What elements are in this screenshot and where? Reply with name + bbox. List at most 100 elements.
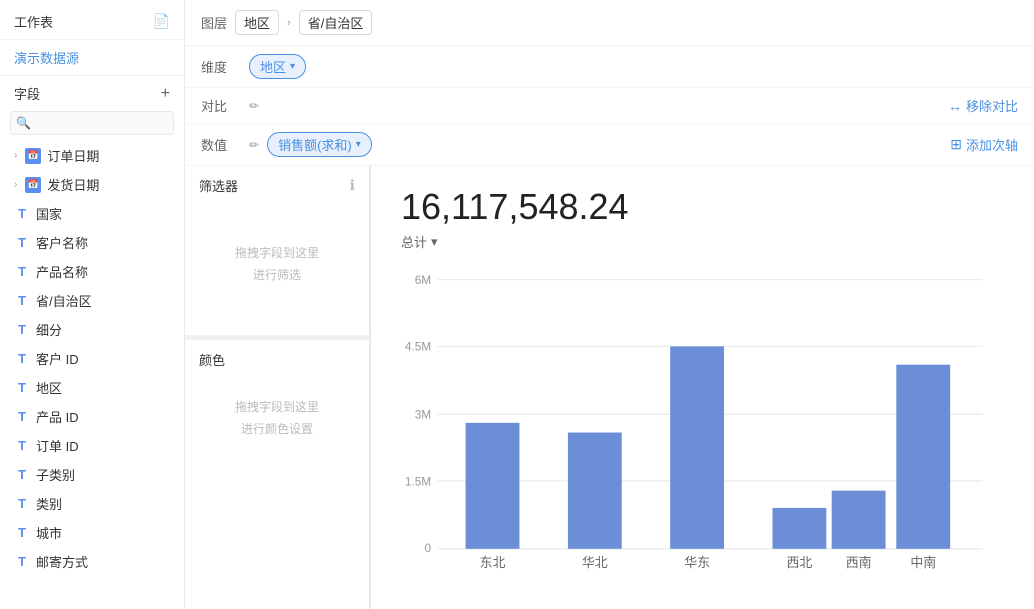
datasource-link[interactable]: 演示数据源 [0, 40, 184, 76]
value-caret-icon: ▾ [356, 139, 361, 150]
filter-drop-zone[interactable]: 拖拽字段到这里 进行筛选 [199, 205, 355, 325]
dimension-caret-icon: ▾ [290, 61, 295, 72]
layer-label: 图层 [201, 13, 227, 32]
chart-subtitle-caret-icon[interactable]: ▾ [431, 234, 438, 250]
sidebar-file-icon[interactable]: 📄 [153, 13, 170, 30]
filter-section: 筛选器 ℹ 拖拽字段到这里 进行筛选 [185, 166, 369, 336]
date-icon: 📅 [25, 148, 41, 164]
bar-xibei[interactable] [772, 508, 826, 549]
search-icon: 🔍 [16, 116, 31, 130]
add-axis-button[interactable]: ⊞ 添加次轴 [950, 135, 1018, 154]
svg-text:6M: 6M [415, 273, 431, 287]
field-item-order-date[interactable]: › 📅 订单日期 [0, 141, 184, 170]
color-label-text: 颜色 [199, 350, 355, 369]
remove-compare-label: 移除对比 [966, 96, 1018, 115]
sidebar-header: 工作表 📄 [0, 0, 184, 40]
svg-text:0: 0 [425, 541, 432, 555]
main-content: 图层 地区 › 省/自治区 维度 地区 ▾ 对比 ✏ ↔ 移除对比 数值 ✏ 销… [185, 0, 1034, 609]
add-field-button[interactable]: + [161, 85, 170, 103]
field-item-ship-date[interactable]: › 📅 发货日期 [0, 170, 184, 199]
field-item-customer-name[interactable]: T 客户名称 [0, 228, 184, 257]
svg-text:4.5M: 4.5M [405, 340, 431, 354]
text-icon: T [14, 206, 30, 221]
breadcrumb-province[interactable]: 省/自治区 [299, 10, 373, 35]
field-item-order-id[interactable]: T 订单 ID [0, 431, 184, 460]
bar-huabei[interactable] [568, 433, 622, 549]
text-icon: T [14, 554, 30, 569]
field-item-category[interactable]: T 类别 [0, 489, 184, 518]
field-item-product-name[interactable]: T 产品名称 [0, 257, 184, 286]
field-label: 细分 [36, 320, 62, 339]
field-label: 地区 [36, 378, 62, 397]
text-icon: T [14, 380, 30, 395]
bar-huadong[interactable] [670, 346, 724, 548]
field-label: 订单日期 [47, 146, 99, 165]
value-row: 数值 ✏ 销售额(求和) ▾ ⊞ 添加次轴 [185, 124, 1034, 166]
add-axis-icon: ⊞ [950, 136, 962, 153]
bar-zhongnan[interactable] [896, 365, 950, 549]
field-item-segment[interactable]: T 细分 [0, 315, 184, 344]
text-icon: T [14, 264, 30, 279]
dimension-tag[interactable]: 地区 ▾ [249, 54, 306, 79]
field-item-province[interactable]: T 省/自治区 [0, 286, 184, 315]
text-icon: T [14, 351, 30, 366]
field-label: 产品 ID [36, 407, 79, 426]
svg-text:华东: 华东 [684, 555, 710, 570]
svg-text:1.5M: 1.5M [405, 474, 431, 488]
bar-xinan[interactable] [832, 491, 886, 549]
field-item-ship-mode[interactable]: T 邮寄方式 [0, 547, 184, 576]
chevron-right-icon: › [14, 179, 17, 190]
field-item-subcategory[interactable]: T 子类别 [0, 460, 184, 489]
text-icon: T [14, 235, 30, 250]
filter-drop-text-line2: 进行筛选 [253, 265, 301, 287]
value-tag-label: 销售额(求和) [278, 135, 352, 154]
dimension-label: 维度 [201, 57, 241, 76]
field-label: 子类别 [36, 465, 75, 484]
bar-chart-svg: 6M 4.5M 3M 1.5M 0 东北 [401, 271, 1004, 594]
layer-toolbar: 图层 地区 › 省/自治区 [185, 0, 1034, 46]
field-label: 订单 ID [36, 436, 79, 455]
field-label: 客户 ID [36, 349, 79, 368]
compare-edit-icon[interactable]: ✏ [249, 99, 259, 113]
fields-header: 字段 + [0, 76, 184, 111]
value-tag[interactable]: 销售额(求和) ▾ [267, 132, 372, 157]
remove-compare-icon: ↔ [948, 98, 962, 114]
color-section: 颜色 拖拽字段到这里 进行颜色设置 [185, 340, 369, 609]
chevron-right-icon: › [14, 150, 17, 161]
field-search-box: 🔍 [10, 111, 174, 135]
filter-label-text: 筛选器 [199, 176, 238, 195]
value-edit-icon[interactable]: ✏ [249, 138, 259, 152]
svg-text:中南: 中南 [910, 555, 936, 570]
field-list: › 📅 订单日期 › 📅 发货日期 T 国家 T 客户名称 T 产品名称 T 省… [0, 141, 184, 609]
field-search-input[interactable] [10, 111, 174, 135]
left-panel: 筛选器 ℹ 拖拽字段到这里 进行筛选 颜色 拖拽字段到这里 进行颜色设置 [185, 166, 370, 609]
fields-label: 字段 [14, 84, 40, 103]
color-drop-text-line2: 进行颜色设置 [241, 419, 313, 441]
field-item-country[interactable]: T 国家 [0, 199, 184, 228]
svg-text:西北: 西北 [786, 555, 812, 570]
content-body: 筛选器 ℹ 拖拽字段到这里 进行筛选 颜色 拖拽字段到这里 进行颜色设置 [185, 166, 1034, 609]
text-icon: T [14, 438, 30, 453]
color-drop-text-line1: 拖拽字段到这里 [235, 397, 319, 419]
text-icon: T [14, 496, 30, 511]
text-icon: T [14, 293, 30, 308]
field-item-customer-id[interactable]: T 客户 ID [0, 344, 184, 373]
text-icon: T [14, 525, 30, 540]
color-drop-zone[interactable]: 拖拽字段到这里 进行颜色设置 [199, 379, 355, 459]
field-item-product-id[interactable]: T 产品 ID [0, 402, 184, 431]
filter-header: 筛选器 ℹ [199, 176, 355, 195]
field-label: 城市 [36, 523, 62, 542]
remove-compare-button[interactable]: ↔ 移除对比 [948, 96, 1018, 115]
text-icon: T [14, 409, 30, 424]
date-icon: 📅 [25, 177, 41, 193]
breadcrumb-region[interactable]: 地区 [235, 10, 279, 35]
compare-row: 对比 ✏ ↔ 移除对比 [185, 88, 1034, 124]
field-item-region[interactable]: T 地区 [0, 373, 184, 402]
bar-dongbei[interactable] [466, 423, 520, 549]
sidebar-title: 工作表 [14, 12, 53, 31]
breadcrumb-arrow-icon: › [287, 17, 291, 29]
chart-total-value: 16,117,548.24 [401, 186, 1004, 228]
svg-text:3M: 3M [415, 408, 431, 422]
field-item-city[interactable]: T 城市 [0, 518, 184, 547]
dimension-row: 维度 地区 ▾ [185, 46, 1034, 88]
